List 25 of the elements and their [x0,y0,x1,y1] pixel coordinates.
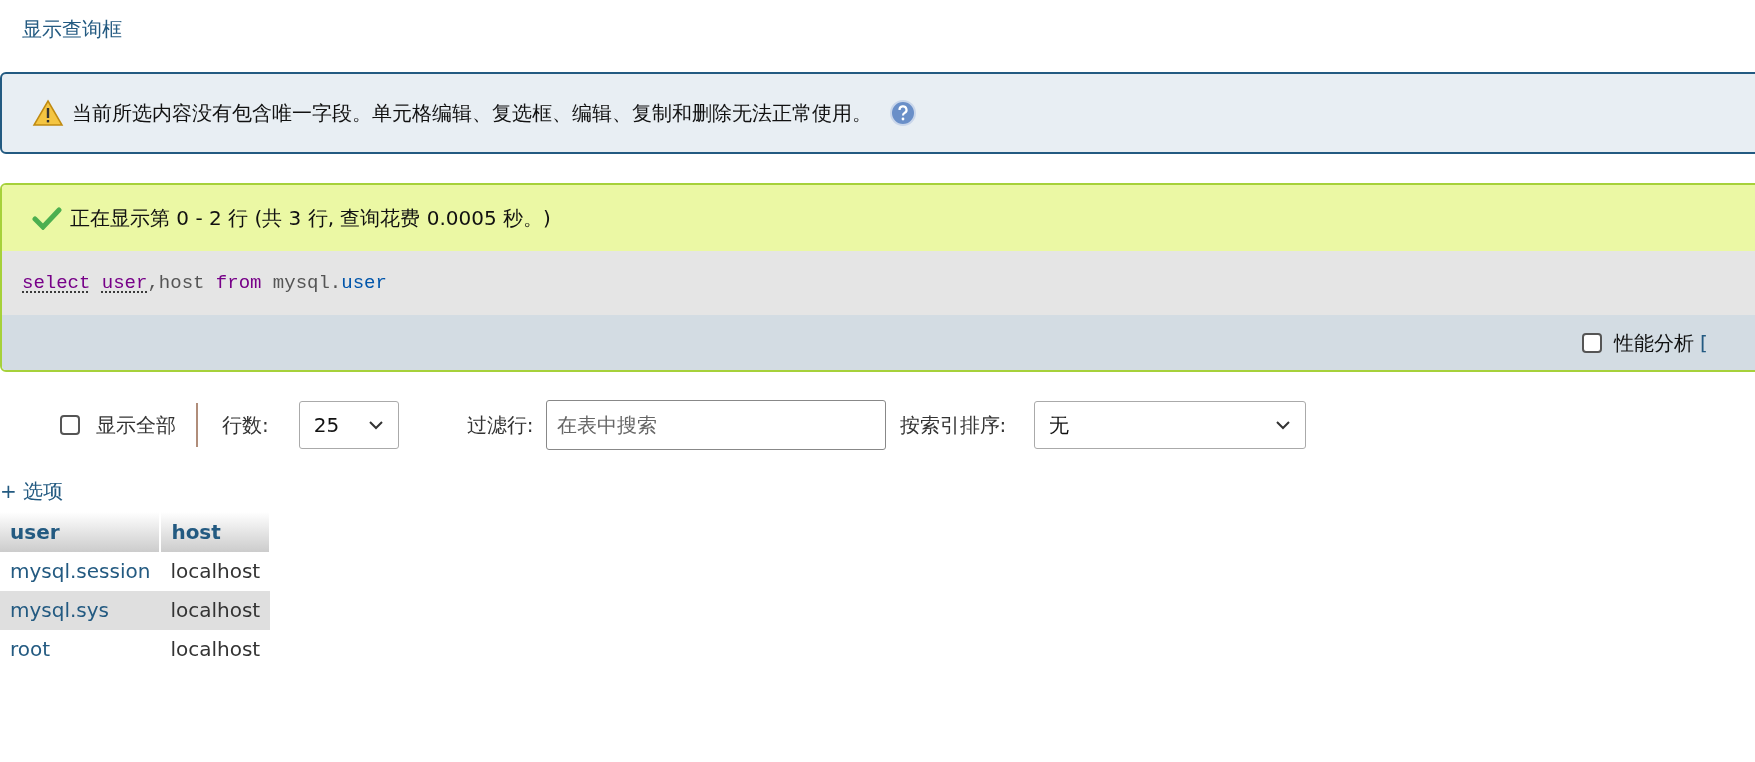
sort-select[interactable]: 无 [1034,401,1307,449]
warning-icon [32,99,64,127]
warning-text: 当前所选内容没有包含唯一字段。单元格编辑、复选框、编辑、复制和删除无法正常使用。 [72,100,872,127]
table-cell[interactable]: mysql.sys [0,590,161,630]
filter-label: 过滤行: [466,412,534,439]
show-query-link[interactable]: 显示查询框 [22,17,122,41]
checkbox[interactable] [60,415,80,435]
rows-label: 行数: [222,412,269,439]
column-header[interactable]: user [0,511,161,552]
caret-icon [367,420,384,430]
checkbox[interactable] [1582,332,1602,353]
check-icon [32,206,62,230]
table-cell: localhost [160,590,271,630]
sort-label: 按索引排序: [899,412,1007,439]
rows-select[interactable]: 25 [298,401,399,449]
profiling-link[interactable]: [ [1700,327,1708,358]
caret-icon [1275,420,1292,430]
profiling-label: 性能分析 [1614,329,1694,357]
success-text: 正在显示第 0 - 2 行 (共 3 行, 查询花费 0.0005 秒。) [70,205,551,232]
help-icon[interactable] [890,100,916,126]
filter-input[interactable]: 在表中搜索 [545,400,886,450]
column-header[interactable]: host [160,511,271,552]
options-link[interactable]: + 选项 [0,479,64,503]
show-all-label: 显示全部 [96,412,176,439]
sql-query: select user,host from mysql.user [22,270,387,296]
